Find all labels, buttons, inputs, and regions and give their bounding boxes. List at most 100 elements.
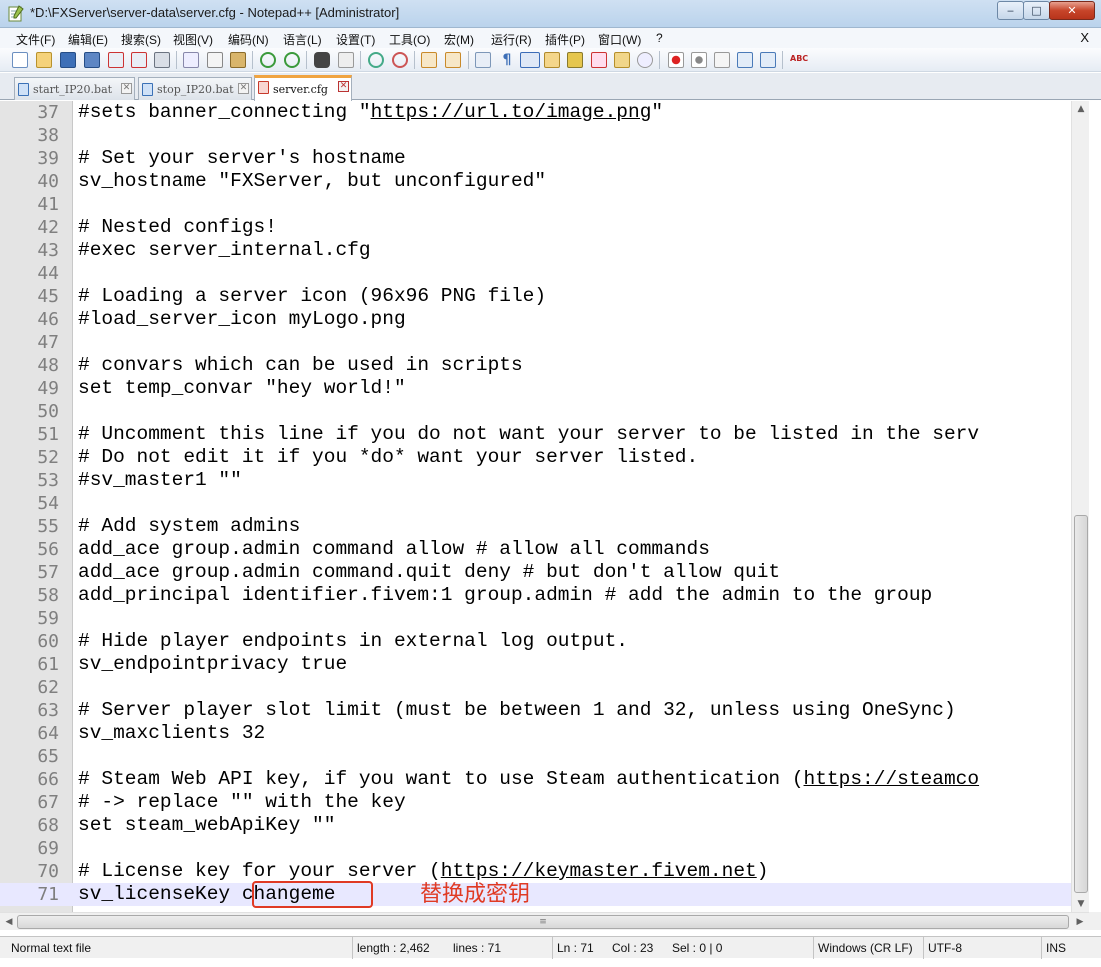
- folder-as-workspace-icon[interactable]: [591, 52, 607, 68]
- menu-window[interactable]: 窗口(W): [598, 31, 641, 48]
- close-document-button[interactable]: X: [1080, 30, 1089, 45]
- code-line[interactable]: 58 add_principal identifier.fivem:1 group…: [0, 584, 1071, 607]
- code-line[interactable]: 64 sv_maxclients 32: [0, 722, 1071, 745]
- menu-run[interactable]: 运行(R): [491, 31, 532, 48]
- run-macro-multiple-icon[interactable]: [737, 52, 753, 68]
- code-line[interactable]: 53 #sv_master1 "": [0, 469, 1071, 492]
- menu-help[interactable]: ?: [656, 31, 663, 45]
- code-line[interactable]: 44: [0, 262, 1071, 285]
- play-macro-icon[interactable]: [714, 52, 730, 68]
- vertical-scroll-thumb[interactable]: [1074, 515, 1088, 893]
- code-line[interactable]: 59: [0, 607, 1071, 630]
- tab-close-icon[interactable]: ✕: [121, 83, 132, 94]
- open-folder-icon[interactable]: [614, 52, 630, 68]
- code-line[interactable]: 42 # Nested configs!: [0, 216, 1071, 239]
- open-file-icon[interactable]: [36, 52, 52, 68]
- minimize-button[interactable]: ‒: [997, 1, 1024, 20]
- code-line[interactable]: 55 # Add system admins: [0, 515, 1071, 538]
- monitoring-icon[interactable]: [637, 52, 653, 68]
- code-line[interactable]: 50: [0, 400, 1071, 423]
- scroll-left-arrow[interactable]: ◀: [0, 914, 18, 930]
- function-list-icon[interactable]: [567, 52, 583, 68]
- code-line[interactable]: 52 # Do not edit it if you *do* want your…: [0, 446, 1071, 469]
- code-line[interactable]: 46 #load_server_icon myLogo.png: [0, 308, 1071, 331]
- menu-settings[interactable]: 设置(T): [336, 31, 375, 48]
- scroll-down-arrow[interactable]: ▼: [1072, 896, 1090, 912]
- tab-close-icon[interactable]: ✕: [338, 81, 349, 92]
- scroll-up-arrow[interactable]: ▲: [1072, 101, 1090, 117]
- paste-icon[interactable]: [230, 52, 246, 68]
- undo-icon[interactable]: [260, 52, 276, 68]
- code-line[interactable]: 56 add_ace group.admin command allow # al…: [0, 538, 1071, 561]
- title-bar[interactable]: *D:\FXServer\server-data\server.cfg - No…: [0, 0, 1101, 28]
- menu-macro[interactable]: 宏(M): [444, 31, 474, 48]
- maximize-button[interactable]: □: [1023, 1, 1050, 20]
- save-all-icon[interactable]: [84, 52, 100, 68]
- code-line[interactable]: 47: [0, 331, 1071, 354]
- code-line[interactable]: 69: [0, 837, 1071, 860]
- url-link[interactable]: https://url.to/image.png: [371, 101, 652, 123]
- menu-language[interactable]: 语言(L): [283, 31, 322, 48]
- code-line[interactable]: 70 # License key for your server (https:/…: [0, 860, 1071, 883]
- menu-edit[interactable]: 编辑(E): [68, 31, 108, 48]
- zoom-out-icon[interactable]: [392, 52, 408, 68]
- code-line[interactable]: 57 add_ace group.admin command.quit deny …: [0, 561, 1071, 584]
- cut-icon[interactable]: [183, 52, 199, 68]
- code-line[interactable]: 37 #sets banner_connecting "https://url.t…: [0, 101, 1071, 124]
- horizontal-scrollbar[interactable]: ◀ ≡ ▶: [0, 912, 1089, 930]
- code-line[interactable]: 40 sv_hostname "FXServer, but unconfigure…: [0, 170, 1071, 193]
- code-line[interactable]: 49 set temp_convar "hey world!": [0, 377, 1071, 400]
- word-wrap-icon[interactable]: [475, 52, 491, 68]
- sync-horizontal-icon[interactable]: [445, 52, 461, 68]
- spell-check-icon[interactable]: ABC: [790, 52, 808, 68]
- code-line[interactable]: 43 #exec server_internal.cfg: [0, 239, 1071, 262]
- code-line[interactable]: 48 # convars which can be used in scripts: [0, 354, 1071, 377]
- code-line[interactable]: 63 # Server player slot limit (must be be…: [0, 699, 1071, 722]
- vertical-scrollbar[interactable]: ▲ ▼: [1071, 101, 1089, 912]
- menu-file[interactable]: 文件(F): [16, 31, 55, 48]
- scroll-right-arrow[interactable]: ▶: [1071, 914, 1089, 930]
- code-line[interactable]: 66 # Steam Web API key, if you want to us…: [0, 768, 1071, 791]
- doc-map-icon[interactable]: [544, 52, 560, 68]
- tab-stop-ip20-bat[interactable]: stop_IP20.bat ✕: [138, 77, 252, 100]
- close-button[interactable]: ✕: [1049, 1, 1095, 20]
- code-line[interactable]: 68 set steam_webApiKey "": [0, 814, 1071, 837]
- zoom-in-icon[interactable]: [368, 52, 384, 68]
- show-all-chars-icon[interactable]: ¶: [499, 52, 515, 68]
- code-line[interactable]: 60 # Hide player endpoints in external lo…: [0, 630, 1071, 653]
- editor-lines[interactable]: 37 #sets banner_connecting "https://url.t…: [0, 101, 1071, 912]
- find-icon[interactable]: [314, 52, 330, 68]
- menu-encoding[interactable]: 编码(N): [228, 31, 269, 48]
- code-line[interactable]: 67 # -> replace "" with the key: [0, 791, 1071, 814]
- tab-start-ip20-bat[interactable]: start_IP20.bat ✕: [14, 77, 135, 100]
- tab-close-icon[interactable]: ✕: [238, 83, 249, 94]
- menu-view[interactable]: 视图(V): [173, 31, 213, 48]
- close-all-icon[interactable]: [131, 52, 147, 68]
- horizontal-scroll-thumb[interactable]: ≡: [17, 915, 1069, 929]
- code-line[interactable]: 39 # Set your server's hostname: [0, 147, 1071, 170]
- code-line[interactable]: 61 sv_endpointprivacy true: [0, 653, 1071, 676]
- code-line[interactable]: 45 # Loading a server icon (96x96 PNG fil…: [0, 285, 1071, 308]
- close-file-icon[interactable]: [108, 52, 124, 68]
- record-macro-icon[interactable]: [668, 52, 684, 68]
- code-line[interactable]: 51 # Uncomment this line if you do not wa…: [0, 423, 1071, 446]
- print-icon[interactable]: [154, 52, 170, 68]
- menu-search[interactable]: 搜索(S): [121, 31, 161, 48]
- code-line[interactable]: 62: [0, 676, 1071, 699]
- redo-icon[interactable]: [284, 52, 300, 68]
- replace-icon[interactable]: [338, 52, 354, 68]
- indent-guide-icon[interactable]: [520, 52, 540, 68]
- text-editor[interactable]: 37 #sets banner_connecting "https://url.t…: [0, 101, 1101, 912]
- sync-vertical-icon[interactable]: [421, 52, 437, 68]
- code-line[interactable]: 38: [0, 124, 1071, 147]
- code-line[interactable]: 41: [0, 193, 1071, 216]
- copy-icon[interactable]: [207, 52, 223, 68]
- save-icon[interactable]: [60, 52, 76, 68]
- menu-plugins[interactable]: 插件(P): [545, 31, 585, 48]
- code-line[interactable]: 71 sv_licenseKey changeme: [0, 883, 1071, 906]
- url-link[interactable]: https://steamco: [804, 768, 980, 790]
- tab-server-cfg[interactable]: server.cfg ✕: [254, 75, 352, 101]
- menu-tools[interactable]: 工具(O): [389, 31, 430, 48]
- code-line[interactable]: 65: [0, 745, 1071, 768]
- new-file-icon[interactable]: [12, 52, 28, 68]
